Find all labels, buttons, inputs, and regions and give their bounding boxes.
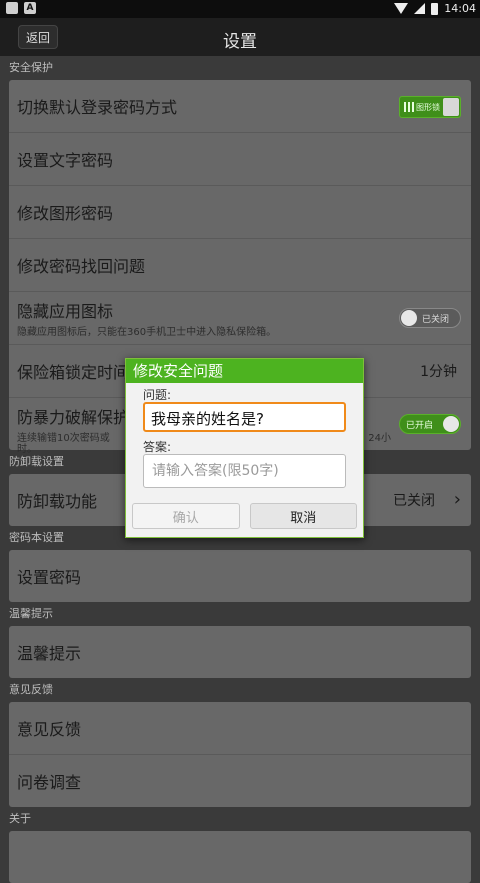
wifi-icon — [394, 3, 409, 14]
about-group — [9, 831, 471, 883]
switch-login-mode-label: 切换默认登录密码方式 — [17, 98, 178, 117]
survey-label: 问卷调查 — [17, 773, 82, 792]
set-text-password-row[interactable]: 设置文字密码 — [9, 132, 471, 185]
answer-label: 答案: — [143, 440, 172, 454]
hide-icon-toggle-label: 已关闭 — [422, 315, 450, 325]
hide-icon-label: 隐藏应用图标 — [17, 302, 114, 321]
brute-force-toggle-label: 已开启 — [406, 421, 434, 431]
set-text-password-label: 设置文字密码 — [17, 151, 114, 170]
chevron-right-icon: › — [453, 489, 461, 510]
grid-icon — [404, 102, 414, 112]
toggle-knob — [443, 98, 459, 116]
feedback-group: 意见反馈 问卷调查 — [9, 702, 471, 807]
section-header-feedback: 意见反馈 — [9, 683, 53, 696]
set-password-row[interactable]: 设置密码 — [9, 550, 471, 602]
notification-icon — [6, 2, 18, 14]
modify-recovery-row[interactable]: 修改密码找回问题 — [9, 238, 471, 291]
brute-force-desc-line2: 时。 — [17, 444, 37, 455]
set-password-label: 设置密码 — [17, 568, 82, 587]
uninstall-protection-label: 防卸载功能 — [17, 492, 98, 511]
brute-force-desc-tail: 24小 — [368, 433, 391, 444]
tips-row[interactable]: 温馨提示 — [9, 626, 471, 678]
tips-group: 温馨提示 — [9, 626, 471, 678]
clock: 14:04 — [444, 2, 476, 15]
modify-pattern-label: 修改图形密码 — [17, 204, 114, 223]
question-input[interactable]: 我母亲的姓名是? — [143, 402, 346, 432]
notification-a-icon: A — [24, 2, 36, 14]
modify-pattern-row[interactable]: 修改图形密码 — [9, 185, 471, 238]
survey-row[interactable]: 问卷调查 — [9, 754, 471, 807]
about-row[interactable] — [9, 831, 471, 883]
modify-recovery-label: 修改密码找回问题 — [17, 257, 146, 276]
hide-icon-desc: 隐藏应用图标后，只能在360手机卫士中进入隐私保险箱。 — [17, 327, 277, 338]
battery-icon — [431, 2, 439, 15]
page-title: 设置 — [223, 32, 257, 52]
section-header-tips: 温馨提示 — [9, 607, 53, 620]
uninstall-protection-status: 已关闭 — [393, 493, 435, 509]
status-bar: A 14:04 — [0, 0, 480, 18]
toggle-knob — [401, 310, 417, 326]
feedback-label: 意见反馈 — [17, 720, 82, 739]
signal-icon — [414, 3, 426, 14]
brute-force-toggle[interactable]: 已开启 — [399, 414, 461, 434]
dialog-title: 修改安全问题 — [126, 359, 363, 383]
hide-icon-row[interactable]: 隐藏应用图标 隐藏应用图标后，只能在360手机卫士中进入隐私保险箱。 已关闭 — [9, 291, 471, 344]
brute-force-label: 防暴力破解保护 — [17, 408, 130, 427]
security-question-dialog: 修改安全问题 问题: 我母亲的姓名是? 答案: 请输入答案(限50字) 确认 取… — [125, 358, 364, 538]
feedback-row[interactable]: 意见反馈 — [9, 702, 471, 754]
passbook-group: 设置密码 — [9, 550, 471, 602]
switch-login-mode-row[interactable]: 切换默认登录密码方式 图形锁 — [9, 80, 471, 132]
dialog-buttons: 确认 取消 — [132, 503, 357, 529]
tips-label: 温馨提示 — [17, 644, 82, 663]
cancel-button[interactable]: 取消 — [249, 503, 357, 529]
lock-time-label: 保险箱锁定时间 — [17, 363, 130, 382]
lock-time-value: 1分钟 — [420, 364, 457, 380]
answer-input[interactable]: 请输入答案(限50字) — [143, 454, 346, 488]
login-mode-toggle-label: 图形锁 — [416, 103, 440, 112]
question-label: 问题: — [143, 388, 172, 402]
confirm-button[interactable]: 确认 — [132, 503, 240, 529]
toggle-knob — [443, 416, 459, 432]
hide-icon-toggle[interactable]: 已关闭 — [399, 308, 461, 328]
section-header-security: 安全保护 — [9, 61, 53, 74]
title-bar: 返回 设置 — [0, 18, 480, 56]
section-header-about: 关于 — [9, 812, 31, 825]
login-mode-toggle[interactable]: 图形锁 — [399, 96, 461, 118]
